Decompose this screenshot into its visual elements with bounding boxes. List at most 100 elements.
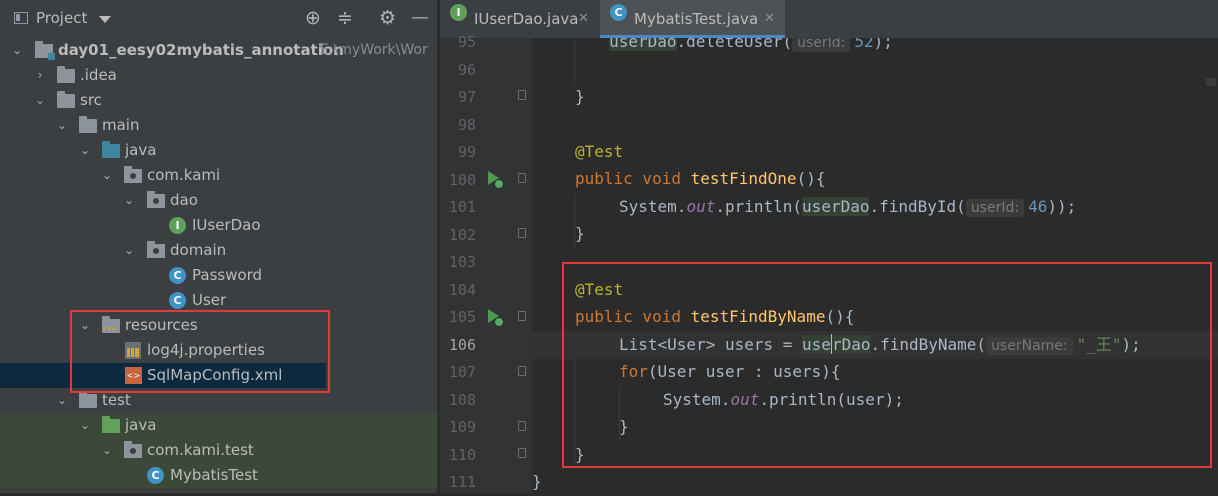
- folder-icon: [79, 116, 97, 133]
- chevron-down-icon[interactable]: [99, 15, 112, 23]
- chevron-right-icon[interactable]: ›: [34, 63, 46, 88]
- line-number: 97: [457, 88, 476, 106]
- chevron-down-icon[interactable]: ⌄: [56, 388, 68, 413]
- tree-item-com-kami[interactable]: ⌄ com.kami: [0, 163, 437, 188]
- line-number: 111: [448, 473, 476, 491]
- tree-item-test[interactable]: ⌄ test: [0, 388, 437, 413]
- tree-item-com-kami-test[interactable]: ⌄ com.kami.test: [0, 438, 437, 463]
- tree-item-label: .idea: [80, 66, 117, 84]
- source-folder-icon: [102, 141, 120, 158]
- line-number: 107: [448, 363, 476, 381]
- tree-item-label: resources: [125, 316, 198, 334]
- code-line-104: @Test: [575, 280, 624, 299]
- tree-item-resources[interactable]: ⌄ resources: [0, 313, 437, 338]
- collapse-icon[interactable]: ≑: [337, 8, 353, 28]
- chevron-down-icon[interactable]: ⌄: [101, 438, 113, 463]
- project-window-icon: [14, 12, 28, 24]
- line-number: 99: [457, 143, 476, 161]
- code-line-102: }: [575, 224, 585, 243]
- test-class-icon: C: [147, 467, 164, 484]
- chevron-down-icon[interactable]: ⌄: [11, 38, 23, 63]
- tree-item-src[interactable]: ⌄ src: [0, 88, 437, 113]
- tree-item-idea[interactable]: › .idea: [0, 63, 437, 88]
- code-line-107: for(User user : users){: [619, 362, 841, 381]
- tree-item-module[interactable]: ⌄ day01_eesy02mybatis_annotation E:\myWo…: [0, 38, 437, 63]
- interface-icon: I: [450, 4, 467, 21]
- line-number: 106: [448, 336, 476, 354]
- line-number: 109: [448, 418, 476, 436]
- code-line-110: }: [575, 445, 585, 464]
- tree-item-label: day01_eesy02mybatis_annotation: [58, 41, 344, 59]
- tree-item-label: IUserDao: [192, 216, 261, 234]
- tree-item-java-test[interactable]: ⌄ java: [0, 413, 437, 438]
- package-icon: [147, 191, 165, 208]
- xml-file-icon: <>: [125, 367, 142, 384]
- tree-item-user[interactable]: C User: [0, 288, 437, 313]
- chevron-down-icon[interactable]: ⌄: [79, 313, 91, 338]
- chevron-down-icon[interactable]: ⌄: [79, 138, 91, 163]
- tree-item-iuserdao[interactable]: I IUserDao: [0, 213, 437, 238]
- parameter-hint: userId:: [965, 199, 1025, 217]
- chevron-down-icon[interactable]: ⌄: [56, 113, 68, 138]
- tree-item-password[interactable]: C Password: [0, 263, 437, 288]
- tree-item-log4j[interactable]: log4j.properties: [0, 338, 437, 363]
- line-number: 101: [448, 198, 476, 216]
- project-panel-title: Project: [36, 9, 88, 27]
- locate-icon[interactable]: ⊕: [305, 8, 321, 28]
- chevron-down-icon[interactable]: ⌄: [123, 238, 135, 263]
- code-line-100: public void testFindOne(){: [575, 169, 826, 188]
- tree-item-domain[interactable]: ⌄ domain: [0, 238, 437, 263]
- code-line-105: public void testFindByName(){: [575, 307, 855, 326]
- hide-icon[interactable]: —: [411, 8, 429, 28]
- fold-marker-icon[interactable]: [518, 228, 526, 238]
- tree-item-mybatistest[interactable]: C MybatisTest: [0, 463, 437, 488]
- close-icon[interactable]: ✕: [764, 0, 775, 38]
- tab-label: MybatisTest.java: [634, 10, 759, 28]
- class-icon: C: [169, 292, 186, 309]
- ide-window: Project ⊕ ≑ ⚙ — ⌄ day01_eesy02mybatis_an…: [0, 0, 1218, 493]
- scrollbar-marker[interactable]: [1206, 78, 1216, 86]
- chevron-down-icon[interactable]: ⌄: [123, 188, 135, 213]
- close-icon[interactable]: ✕: [578, 0, 589, 38]
- tab-mybatistest[interactable]: C MybatisTest.java ✕: [600, 0, 785, 38]
- parameter-hint: userId:: [792, 38, 851, 52]
- project-panel-header: Project ⊕ ≑ ⚙ —: [0, 0, 437, 38]
- chevron-down-icon[interactable]: ⌄: [34, 88, 46, 113]
- tree-item-label: log4j.properties: [147, 341, 265, 359]
- line-number: 105: [448, 308, 476, 326]
- tree-item-label: src: [80, 91, 102, 109]
- tree-item-sqlmapconfig[interactable]: <> SqlMapConfig.xml: [0, 363, 326, 388]
- line-number: 102: [448, 226, 476, 244]
- code-line-101: System.out.println(userDao.findById(user…: [619, 197, 1077, 217]
- run-test-icon[interactable]: [485, 170, 504, 189]
- fold-marker-icon[interactable]: [518, 366, 526, 376]
- line-number: 110: [448, 446, 476, 464]
- tree-item-label: User: [192, 291, 227, 309]
- project-view-selector[interactable]: Project: [14, 9, 112, 27]
- tree-item-java-main[interactable]: ⌄ java: [0, 138, 437, 163]
- chevron-down-icon[interactable]: ⌄: [79, 413, 91, 438]
- tree-item-label: java: [125, 141, 157, 159]
- parameter-hint: userName:: [986, 337, 1073, 355]
- folder-icon: [79, 391, 97, 408]
- editor-tab-bar: I IUserDao.java ✕ C MybatisTest.java ✕: [440, 0, 1218, 39]
- run-test-icon[interactable]: [485, 308, 504, 327]
- fold-marker-icon[interactable]: [518, 90, 526, 100]
- fold-marker-icon[interactable]: [518, 311, 526, 321]
- fold-marker-icon[interactable]: [518, 448, 526, 458]
- fold-marker-icon[interactable]: [518, 173, 526, 183]
- line-number: 98: [457, 116, 476, 134]
- folder-icon: [57, 91, 75, 108]
- line-number: 104: [448, 281, 476, 299]
- tree-item-label: com.kami: [147, 166, 221, 184]
- line-number: 103: [448, 253, 476, 271]
- code-editor[interactable]: userDao.deleteUser(userId: 52); } @Test p…: [532, 38, 1218, 493]
- chevron-down-icon[interactable]: ⌄: [101, 163, 113, 188]
- tree-item-dao[interactable]: ⌄ dao: [0, 188, 437, 213]
- tree-item-label: MybatisTest: [170, 466, 258, 484]
- settings-icon[interactable]: ⚙: [379, 8, 396, 28]
- fold-marker-icon[interactable]: [518, 421, 526, 431]
- tree-item-main[interactable]: ⌄ main: [0, 113, 437, 138]
- package-icon: [124, 166, 142, 183]
- folder-icon: [57, 66, 75, 83]
